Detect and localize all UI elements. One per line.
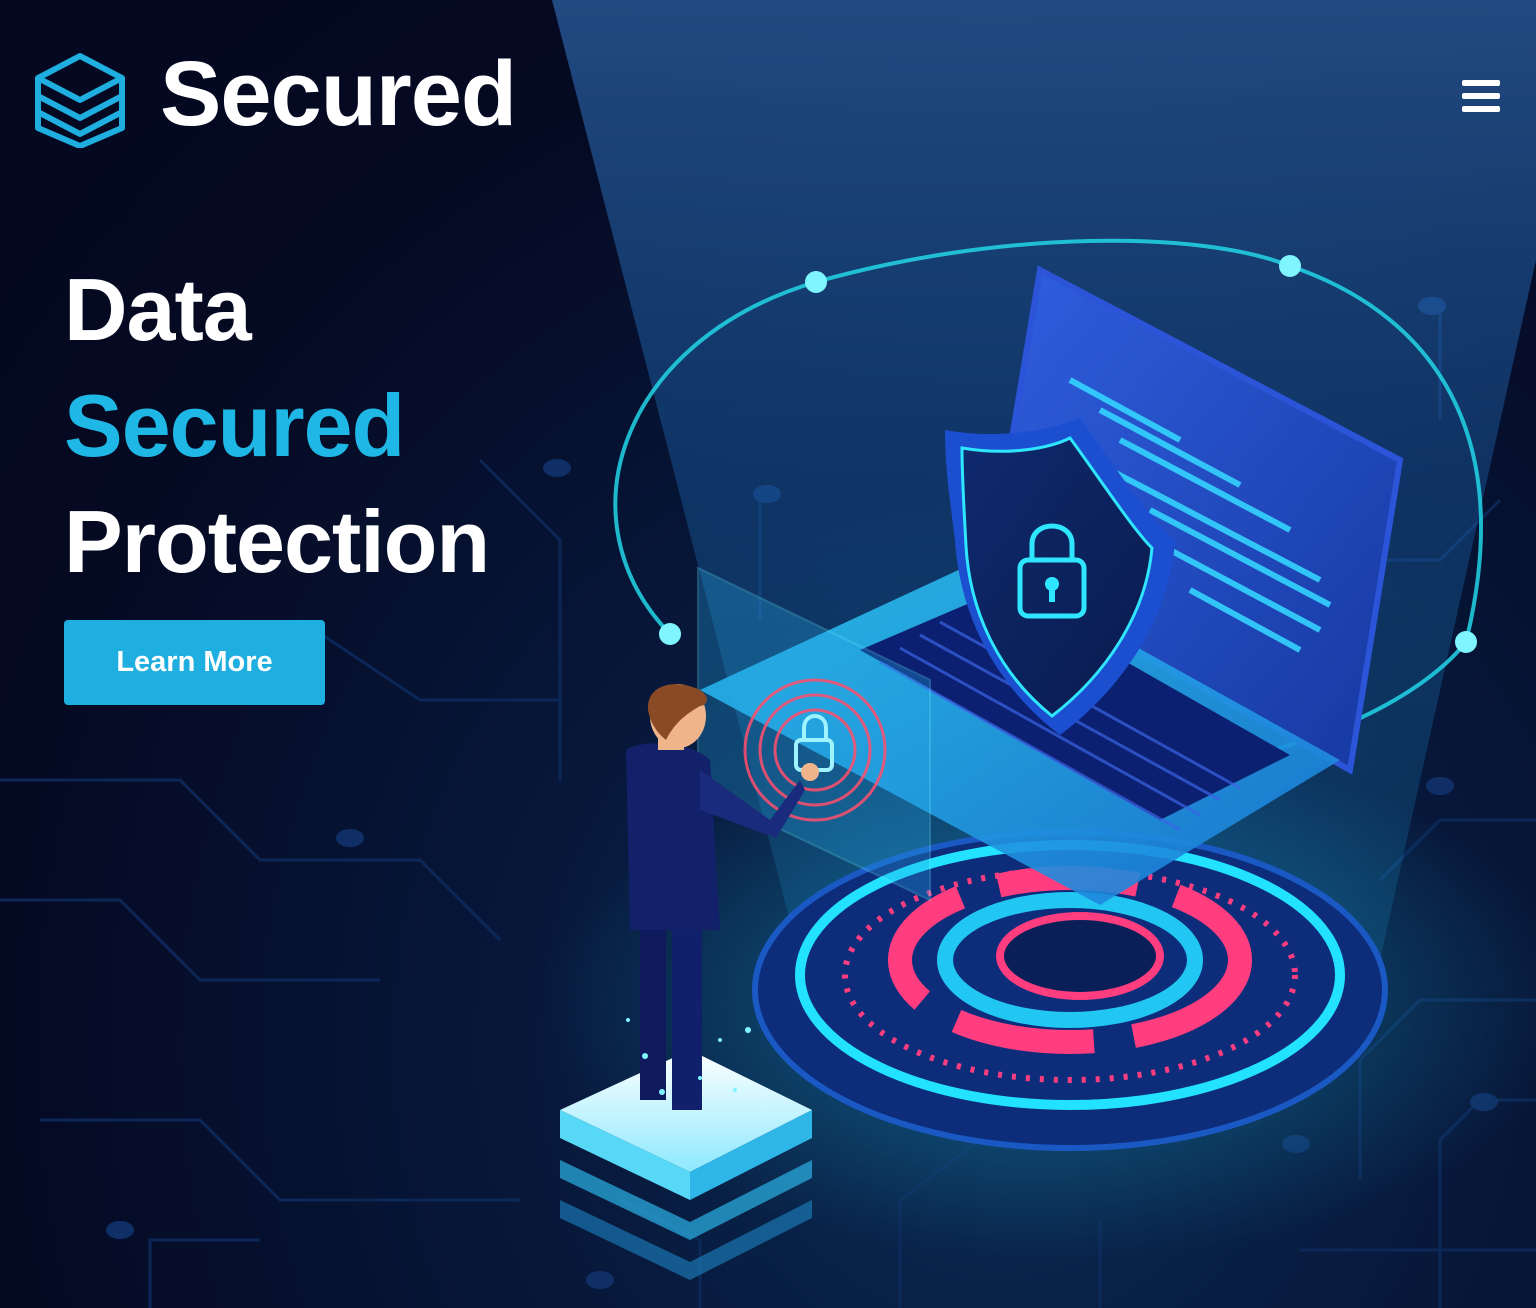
- learn-more-button[interactable]: Learn More: [64, 620, 325, 705]
- brand-name[interactable]: Secured: [160, 48, 517, 140]
- headline-line-1: Data: [64, 260, 252, 359]
- hero-headline: Data Secured Protection: [64, 252, 490, 600]
- menu-bar-top: [1462, 80, 1500, 86]
- hamburger-menu-icon[interactable]: [1456, 74, 1504, 118]
- menu-bar-bottom: [1462, 106, 1500, 112]
- landing-page: Secured Data Secured Protection Learn Mo…: [0, 0, 1536, 1308]
- menu-bar-middle: [1462, 93, 1500, 99]
- stacked-layers-icon[interactable]: [34, 52, 126, 148]
- headline-line-3: Protection: [64, 492, 490, 591]
- headline-line-2: Secured: [64, 376, 405, 475]
- site-header: Secured: [0, 0, 1536, 190]
